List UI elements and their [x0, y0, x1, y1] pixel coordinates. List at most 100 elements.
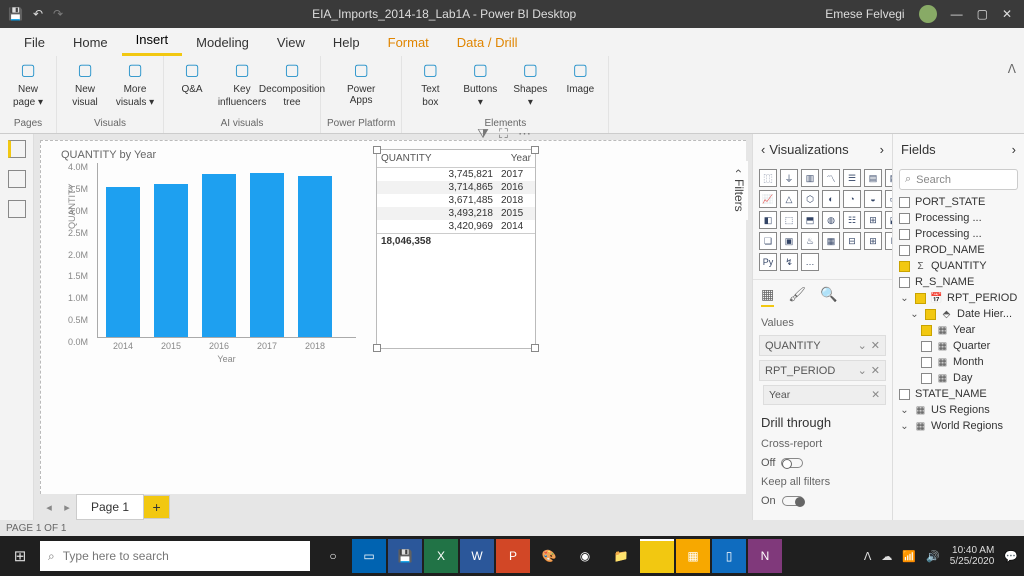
viz-type-icon[interactable]: ⊞: [864, 232, 882, 250]
field-well-year[interactable]: Year ✕: [763, 385, 886, 405]
field-quarter[interactable]: ▦Quarter: [893, 338, 1024, 354]
keep-filters-toggle[interactable]: [782, 496, 804, 506]
field-date-hier-[interactable]: ⌄⬘Date Hier...: [893, 306, 1024, 322]
col-quantity[interactable]: QUANTITY: [381, 153, 511, 164]
menu-file[interactable]: File: [10, 29, 59, 56]
viz-type-icon[interactable]: ▦: [822, 232, 840, 250]
field-checkbox[interactable]: [899, 229, 910, 240]
viz-type-icon[interactable]: ⬒: [801, 211, 819, 229]
field-day[interactable]: ▦Day: [893, 370, 1024, 386]
expand-icon[interactable]: ⌄: [899, 405, 910, 416]
user-name[interactable]: Emese Felvegi: [825, 7, 904, 21]
resize-handle-icon[interactable]: [531, 344, 539, 352]
expand-icon[interactable]: ⌄: [909, 309, 920, 320]
report-view-icon[interactable]: [8, 140, 26, 158]
menu-insert[interactable]: Insert: [122, 26, 183, 56]
report-canvas[interactable]: QUANTITY by Year QUANTITY 0.0M0.5M1.0M1.…: [40, 140, 746, 494]
field-checkbox[interactable]: [921, 373, 932, 384]
viz-type-icon[interactable]: ▣: [780, 232, 798, 250]
expand-icon[interactable]: ⌄: [899, 293, 910, 304]
bar-2014[interactable]: [106, 187, 140, 337]
field-r-s-name[interactable]: R_S_NAME: [893, 274, 1024, 290]
col-year[interactable]: Year: [511, 153, 531, 164]
table-row[interactable]: 3,714,8652016: [377, 181, 535, 194]
app-icon[interactable]: 🎨: [532, 539, 566, 573]
field-state-name[interactable]: STATE_NAME: [893, 386, 1024, 402]
table-row[interactable]: 3,745,8212017: [377, 168, 535, 181]
explorer-icon[interactable]: 📁: [604, 539, 638, 573]
ribbon-buttons--button[interactable]: ▢Buttons▾: [458, 60, 502, 108]
viz-type-icon[interactable]: ☰: [843, 169, 861, 187]
field-rpt-period[interactable]: ⌄📅RPT_PERIOD: [893, 290, 1024, 306]
viz-type-icon[interactable]: ⏚: [780, 169, 798, 187]
ribbon-morevisuals--button[interactable]: ▢Morevisuals ▾: [113, 60, 157, 108]
menu-help[interactable]: Help: [319, 29, 374, 56]
app-icon[interactable]: ▯: [712, 539, 746, 573]
ribbon-decompositiontree-button[interactable]: ▢Decompositiontree: [270, 60, 314, 108]
filters-pane-collapsed[interactable]: ‹ Filters: [730, 161, 748, 220]
field-year[interactable]: ▦Year: [893, 322, 1024, 338]
viz-type-icon[interactable]: ⬡: [801, 190, 819, 208]
menu-view[interactable]: View: [263, 29, 319, 56]
field-checkbox[interactable]: [899, 245, 910, 256]
viz-type-icon[interactable]: Py: [759, 253, 777, 271]
viz-type-icon[interactable]: ☷: [843, 211, 861, 229]
field-checkbox[interactable]: [899, 389, 910, 400]
collapse-pane-icon[interactable]: ›: [1012, 142, 1016, 157]
table-row[interactable]: 3,420,9692014: [377, 220, 535, 233]
ribbon-shapes--button[interactable]: ▢Shapes▾: [508, 60, 552, 108]
user-avatar-icon[interactable]: [919, 5, 937, 23]
resize-handle-icon[interactable]: [373, 344, 381, 352]
viz-type-icon[interactable]: …: [801, 253, 819, 271]
viz-type-icon[interactable]: ↯: [780, 253, 798, 271]
field-checkbox[interactable]: [925, 309, 936, 320]
volume-icon[interactable]: 🔊: [926, 550, 940, 563]
field-well-rptperiod[interactable]: RPT_PERIOD ⌄✕: [759, 360, 886, 381]
viz-type-icon[interactable]: △: [780, 190, 798, 208]
data-view-icon[interactable]: [8, 170, 26, 188]
bar-chart-visual[interactable]: QUANTITY by Year QUANTITY 0.0M0.5M1.0M1.…: [61, 149, 356, 359]
collapse-ribbon-icon[interactable]: ᐱ: [1008, 62, 1016, 76]
viz-type-icon[interactable]: ⿲: [759, 169, 777, 187]
notifications-icon[interactable]: 💬: [1004, 550, 1018, 563]
field-world-regions[interactable]: ⌄▦World Regions: [893, 418, 1024, 434]
viz-type-icon[interactable]: ⊞: [864, 211, 882, 229]
field-quantity[interactable]: ΣQUANTITY: [893, 258, 1024, 274]
field-checkbox[interactable]: [899, 261, 910, 272]
powerpoint-icon[interactable]: P: [496, 539, 530, 573]
field-checkbox[interactable]: [921, 325, 932, 336]
model-view-icon[interactable]: [8, 200, 26, 218]
menu-data-drill[interactable]: Data / Drill: [443, 29, 532, 56]
field-well-quantity[interactable]: QUANTITY ⌄✕: [759, 335, 886, 356]
viz-type-icon[interactable]: ◐: [822, 190, 840, 208]
ribbon-keyinfluencers-button[interactable]: ▢Keyinfluencers: [220, 60, 264, 108]
ribbon-textbox-button[interactable]: ▢Textbox: [408, 60, 452, 108]
table-visual[interactable]: ⧩ ⛶ ⋯ QUANTITY Year 3,745,82120173,714,8…: [376, 149, 536, 349]
excel-icon[interactable]: X: [424, 539, 458, 573]
close-icon[interactable]: ✕: [1002, 7, 1012, 21]
viz-type-icon[interactable]: ◧: [759, 211, 777, 229]
app-icon[interactable]: 💾: [388, 539, 422, 573]
resize-handle-icon[interactable]: [373, 146, 381, 154]
focus-mode-icon[interactable]: ⛶: [499, 126, 508, 142]
ribbon-newvisual-button[interactable]: ▢Newvisual: [63, 60, 107, 108]
chrome-icon[interactable]: ◉: [568, 539, 602, 573]
undo-icon[interactable]: ↶: [33, 7, 43, 21]
field-month[interactable]: ▦Month: [893, 354, 1024, 370]
remove-field-icon[interactable]: ✕: [871, 364, 880, 377]
minimize-icon[interactable]: —: [951, 7, 963, 21]
format-tab-icon[interactable]: 🖌: [788, 286, 806, 307]
more-options-icon[interactable]: ⋯: [518, 126, 531, 142]
table-row[interactable]: 3,493,2182015: [377, 207, 535, 220]
wifi-icon[interactable]: 📶: [902, 550, 916, 563]
field-checkbox[interactable]: [921, 357, 932, 368]
resize-handle-icon[interactable]: [531, 146, 539, 154]
bar-2018[interactable]: [298, 176, 332, 337]
app-icon[interactable]: ▭: [352, 539, 386, 573]
field-checkbox[interactable]: [921, 341, 932, 352]
cross-report-toggle[interactable]: [781, 458, 803, 468]
onenote-icon[interactable]: N: [748, 539, 782, 573]
chevron-down-icon[interactable]: ⌄: [858, 339, 867, 352]
cortana-icon[interactable]: ○: [316, 539, 350, 573]
app-icon[interactable]: ▦: [676, 539, 710, 573]
